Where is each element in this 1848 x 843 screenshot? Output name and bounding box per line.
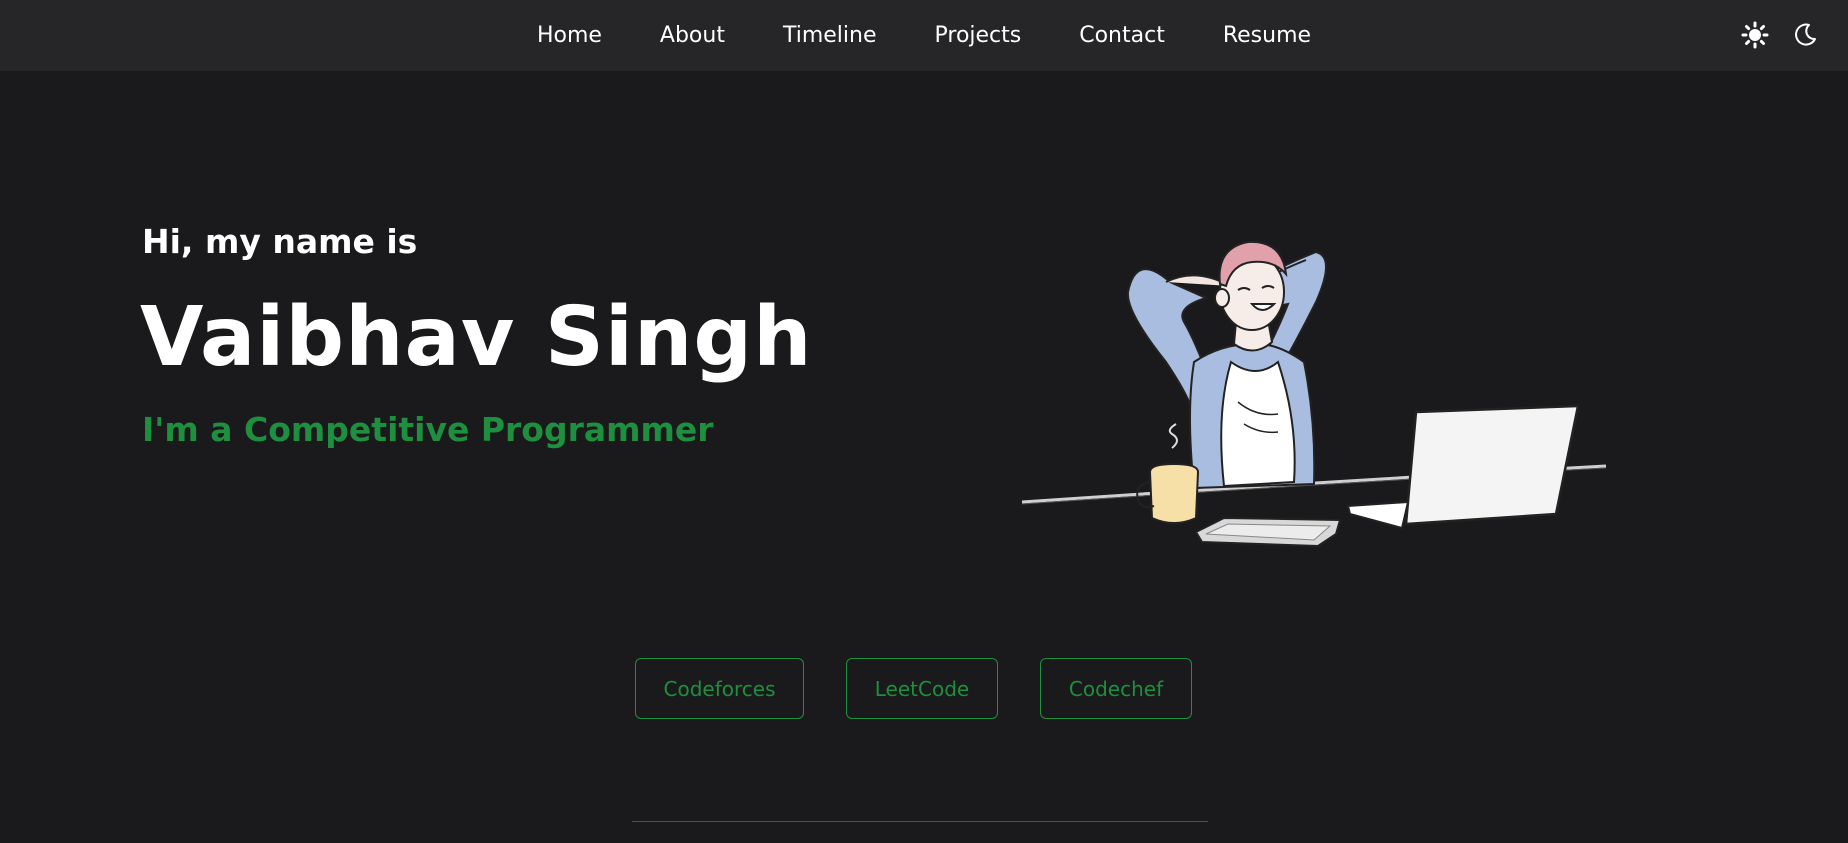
hero-greeting: Hi, my name is xyxy=(142,222,418,261)
nav-about[interactable]: About xyxy=(631,23,754,48)
hero-role: I'm a Competitive Programmer xyxy=(142,410,714,449)
codeforces-button[interactable]: Codeforces xyxy=(635,658,804,719)
nav-links: Home About Timeline Projects Contact Res… xyxy=(0,0,1848,71)
nav-contact[interactable]: Contact xyxy=(1050,23,1194,48)
relaxing-developer-illustration xyxy=(1021,240,1607,548)
nav-home[interactable]: Home xyxy=(508,23,631,48)
navbar: Home About Timeline Projects Contact Res… xyxy=(0,0,1848,71)
nav-projects[interactable]: Projects xyxy=(906,23,1051,48)
codechef-button[interactable]: Codechef xyxy=(1040,658,1192,719)
theme-toggles xyxy=(1740,20,1820,50)
profile-buttons: Codeforces LeetCode Codechef xyxy=(635,658,1192,719)
hero-name: Vaibhav Singh xyxy=(140,290,813,385)
nav-timeline[interactable]: Timeline xyxy=(754,23,906,48)
leetcode-button[interactable]: LeetCode xyxy=(846,658,998,719)
section-divider xyxy=(632,821,1208,822)
moon-icon[interactable] xyxy=(1790,20,1820,50)
nav-resume[interactable]: Resume xyxy=(1194,23,1340,48)
sun-icon[interactable] xyxy=(1740,20,1770,50)
